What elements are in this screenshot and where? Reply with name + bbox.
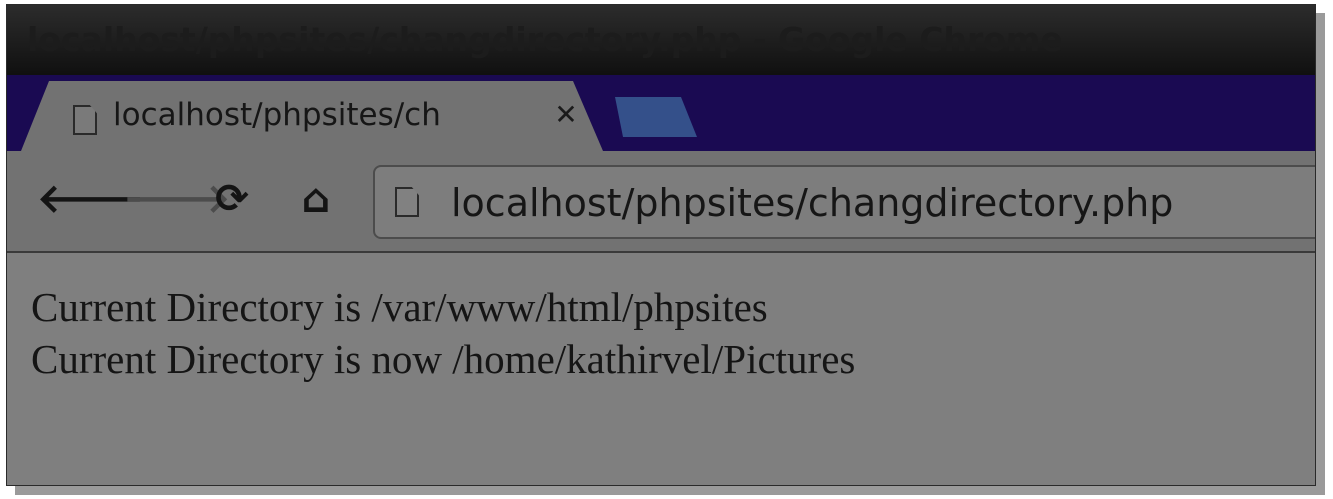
- reload-button[interactable]: ⟳: [207, 173, 257, 225]
- tab-strip: localhost/phpsites/ch ✕: [7, 75, 1315, 151]
- address-bar[interactable]: localhost/phpsites/changdirectory.php: [373, 165, 1315, 239]
- new-tab-button[interactable]: [615, 97, 697, 137]
- close-icon[interactable]: ✕: [551, 95, 581, 135]
- home-button[interactable]: ⌂: [291, 173, 341, 225]
- tab-active[interactable]: localhost/phpsites/ch ✕: [21, 81, 603, 151]
- forward-button[interactable]: 🡒: [123, 173, 230, 225]
- page-icon: [395, 187, 419, 217]
- window-title: localhost/phpsites/changdirectory.php - …: [7, 5, 1315, 75]
- url-text[interactable]: localhost/phpsites/changdirectory.php: [451, 175, 1173, 231]
- tab-title: localhost/phpsites/ch: [113, 97, 441, 133]
- output-line-2: Current Directory is now /home/kathirvel…: [31, 336, 856, 382]
- page-content: Current Directory is /var/www/html/phpsi…: [31, 281, 855, 385]
- browser-window: localhost/phpsites/changdirectory.php - …: [6, 4, 1316, 486]
- page-icon: [73, 105, 97, 135]
- back-button[interactable]: 🡐: [37, 173, 144, 225]
- toolbar: 🡐 🡒 ⟳ ⌂ localhost/phpsites/changdirector…: [7, 151, 1315, 253]
- output-line-1: Current Directory is /var/www/html/phpsi…: [31, 284, 768, 330]
